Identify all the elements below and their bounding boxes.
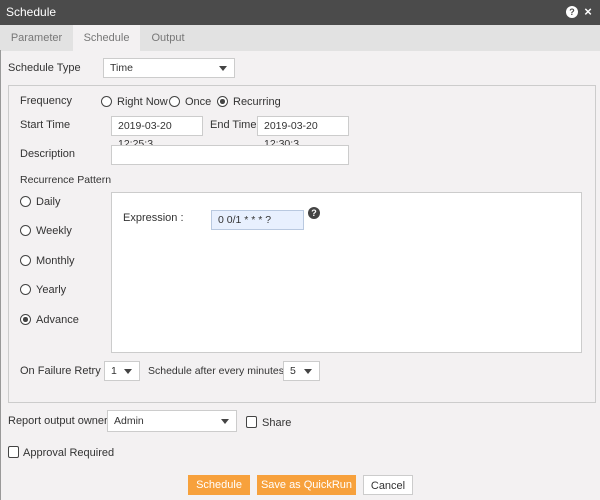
expression-input[interactable]: 0 0/1 * * * ? (211, 210, 304, 230)
description-input[interactable] (111, 145, 349, 165)
owner-select[interactable]: Admin (107, 410, 237, 432)
schedule-type-select[interactable]: Time (103, 58, 235, 78)
chevron-down-icon (304, 369, 312, 374)
title-bar: Schedule (0, 0, 600, 25)
description-label: Description (20, 148, 76, 160)
minutes-label: Schedule after every minutes (148, 365, 284, 377)
end-time-input[interactable]: 2019-03-20 12:30:3 (257, 116, 349, 150)
owner-value: Admin (114, 415, 144, 427)
monthly-label: Monthly (36, 255, 75, 267)
share-checkbox[interactable] (246, 416, 257, 428)
tab-output[interactable]: Output (140, 25, 196, 51)
schedule-button[interactable]: Schedule (188, 475, 250, 495)
minutes-select[interactable]: 5 (283, 361, 320, 381)
retry-value: 1 (111, 365, 117, 377)
recurrence-pattern-label: Recurrence Pattern (20, 174, 112, 186)
radio-right-now[interactable] (101, 96, 112, 107)
schedule-type-value: Time (110, 62, 133, 74)
schedule-type-label: Schedule Type (8, 62, 81, 74)
retry-label: On Failure Retry (20, 365, 101, 377)
radio-weekly[interactable] (20, 225, 31, 236)
save-quickrun-button[interactable]: Save as QuickRun (257, 475, 356, 495)
retry-select[interactable]: 1 (104, 361, 140, 381)
share-label: Share (262, 417, 292, 429)
right-now-label: Right Now (117, 96, 168, 108)
once-label: Once (185, 96, 212, 108)
radio-once[interactable] (169, 96, 180, 107)
chevron-down-icon (219, 66, 227, 71)
tab-bar: Parameter Schedule Output (0, 25, 600, 51)
end-time-label: End Time (210, 119, 257, 131)
close-icon[interactable]: × (582, 5, 594, 18)
chevron-down-icon (221, 419, 229, 424)
start-time-input[interactable]: 2019-03-20 12:25:3 (111, 116, 203, 150)
daily-label: Daily (36, 196, 61, 208)
radio-daily[interactable] (20, 196, 31, 207)
radio-yearly[interactable] (20, 284, 31, 295)
approval-label: Approval Required (23, 447, 115, 459)
recurring-label: Recurring (233, 96, 281, 108)
tab-schedule[interactable]: Schedule (73, 25, 140, 51)
window-title: Schedule (6, 5, 57, 19)
radio-advance[interactable] (20, 314, 31, 325)
yearly-label: Yearly (36, 284, 67, 296)
expression-label: Expression : (123, 212, 184, 224)
cancel-button[interactable]: Cancel (363, 475, 413, 495)
chevron-down-icon (124, 369, 132, 374)
tab-parameter[interactable]: Parameter (0, 25, 73, 51)
minutes-value: 5 (290, 365, 296, 377)
frequency-label: Frequency (20, 95, 72, 107)
radio-monthly[interactable] (20, 255, 31, 266)
advance-label: Advance (36, 314, 79, 326)
owner-label: Report output owner (8, 415, 108, 427)
radio-recurring[interactable] (217, 96, 228, 107)
help-icon[interactable]: ? (566, 6, 578, 18)
weekly-label: Weekly (36, 225, 72, 237)
start-time-label: Start Time (20, 119, 71, 131)
help-icon[interactable]: ? (308, 207, 320, 219)
divider (0, 50, 1, 500)
approval-checkbox[interactable] (8, 446, 19, 458)
